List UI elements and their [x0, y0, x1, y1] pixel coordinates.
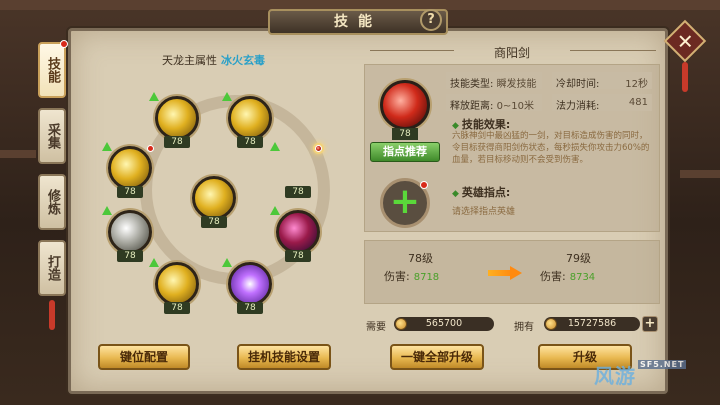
- upgrade-arrow-icon: [102, 142, 112, 151]
- upgrade-arrow-icon: [149, 258, 159, 267]
- skill-icon: [108, 210, 152, 254]
- stat-value: 0~10米: [496, 101, 535, 112]
- watermark-text: 风游: [594, 364, 636, 388]
- skill-slot-8[interactable]: 78: [149, 258, 199, 314]
- stat-label: 法力消耗:: [556, 101, 600, 112]
- skill-slot-3[interactable]: 78: [102, 142, 154, 198]
- coin-icon: [545, 318, 557, 330]
- tab-label: 修炼: [45, 189, 60, 215]
- current-damage: 伤害: 8718: [384, 268, 439, 284]
- arrow-right-icon: [488, 266, 524, 280]
- next-damage: 伤害: 8734: [540, 268, 595, 284]
- tassel-decoration: [49, 300, 55, 330]
- tab-gathering[interactable]: 采集: [38, 108, 66, 164]
- skill-level: 78: [285, 186, 311, 198]
- site-watermark: 风游 SF5.NET: [594, 360, 687, 389]
- notification-dot: [60, 40, 68, 48]
- skill-type: 技能类型: 瞬发技能: [450, 75, 537, 90]
- skill-level: 78: [117, 250, 143, 262]
- notification-dot: [147, 145, 154, 152]
- skill-icon: [228, 262, 272, 306]
- upgrade-arrow-icon: [102, 206, 112, 215]
- upgrade-arrow-icon: [270, 206, 280, 215]
- skill-icon: [315, 145, 322, 152]
- cooldown: 冷却时间: 12秒: [556, 75, 648, 90]
- stat-label: 技能类型:: [450, 79, 494, 90]
- stat-value: 12秒: [625, 79, 648, 90]
- skill-slot-9[interactable]: 78: [222, 258, 272, 314]
- damage-label: 伤害:: [540, 270, 566, 283]
- upgrade-arrow-icon: [149, 92, 159, 101]
- upgrade-all-button[interactable]: 一键全部升级: [390, 344, 484, 370]
- upgrade-arrow-icon: [222, 258, 232, 267]
- skill-slot-4[interactable]: 78: [270, 142, 322, 198]
- stat-value: 481: [628, 97, 648, 108]
- skill-icon: [155, 96, 199, 140]
- hero-hint: 请选择指点英雄: [452, 207, 516, 217]
- main-attribute: 天龙主属性 冰火玄毒: [162, 52, 265, 68]
- skill-icon: [228, 96, 272, 140]
- tab-forging[interactable]: 打造: [38, 240, 66, 296]
- upgrade-arrow-icon: [222, 92, 232, 101]
- help-button[interactable]: ?: [420, 9, 442, 31]
- skill-level: 78: [392, 128, 418, 140]
- attribute-value: 冰火玄毒: [221, 54, 265, 67]
- damage-label: 伤害:: [384, 270, 410, 283]
- skill-level: 78: [164, 302, 190, 314]
- skill-name: 商阳剑: [493, 46, 530, 60]
- upgrade-arrow-icon: [270, 142, 280, 151]
- attribute-label: 天龙主属性: [162, 54, 217, 67]
- tab-label: 打造: [45, 255, 60, 281]
- tab-label: 采集: [45, 123, 60, 149]
- skill-icon: [155, 262, 199, 306]
- tab-label: 技能: [45, 57, 60, 83]
- stat-label: 冷却时间:: [556, 79, 600, 90]
- add-currency-button[interactable]: +: [642, 316, 658, 332]
- have-amount: 15727586: [544, 317, 640, 331]
- damage-value: 8734: [569, 272, 596, 283]
- skill-slot-5[interactable]: 78: [192, 176, 236, 228]
- damage-value: 8718: [413, 272, 440, 283]
- notification-dot: [420, 181, 428, 189]
- selected-skill-icon: 78: [380, 80, 430, 140]
- skill-level: 78: [237, 136, 263, 148]
- stat-label: 释放距离:: [450, 101, 494, 112]
- hero-slot[interactable]: +: [380, 178, 430, 228]
- plus-icon: +: [389, 181, 421, 222]
- hero-heading: 英雄指点:: [452, 184, 510, 200]
- watermark-site: SF5.NET: [638, 360, 687, 369]
- skill-slot-1[interactable]: 78: [149, 92, 199, 148]
- skill-level: 78: [237, 302, 263, 314]
- current-level: 78级: [408, 252, 433, 265]
- skill-icon: [380, 80, 430, 130]
- coin-icon: [395, 318, 407, 330]
- next-level: 79级: [566, 252, 591, 265]
- skill-level: 78: [285, 250, 311, 262]
- tassel-decoration: [682, 62, 688, 92]
- skill-level: 78: [117, 186, 143, 198]
- need-amount: 565700: [394, 317, 494, 331]
- need-label: 需要: [366, 322, 386, 333]
- skill-icon: [108, 146, 152, 190]
- skill-level: 78: [201, 216, 227, 228]
- skill-level: 78: [164, 136, 190, 148]
- skill-icon: [276, 210, 320, 254]
- skill-slot-2[interactable]: 78: [222, 92, 272, 148]
- skill-slot-6[interactable]: 78: [102, 206, 152, 262]
- keybind-button[interactable]: 键位配置: [98, 344, 190, 370]
- stat-value: 瞬发技能: [496, 79, 537, 90]
- skill-icon: [192, 176, 236, 220]
- auto-skill-settings-button[interactable]: 挂机技能设置: [237, 344, 331, 370]
- mana-cost: 法力消耗: 481: [556, 97, 648, 112]
- have-label: 拥有: [514, 322, 534, 333]
- recommend-button[interactable]: 指点推荐: [370, 142, 440, 162]
- skill-slot-7[interactable]: 78: [270, 206, 320, 262]
- effect-description: 六脉神剑中最凶猛的一剑，对目标造成伤害的同时，令目标获得商阳剑伤状态，每秒损失你…: [452, 131, 650, 165]
- tab-skills[interactable]: 技能: [38, 40, 68, 98]
- cast-range: 释放距离: 0~10米: [450, 97, 534, 112]
- close-icon: ✕: [676, 28, 694, 53]
- tab-cultivation[interactable]: 修炼: [38, 174, 66, 230]
